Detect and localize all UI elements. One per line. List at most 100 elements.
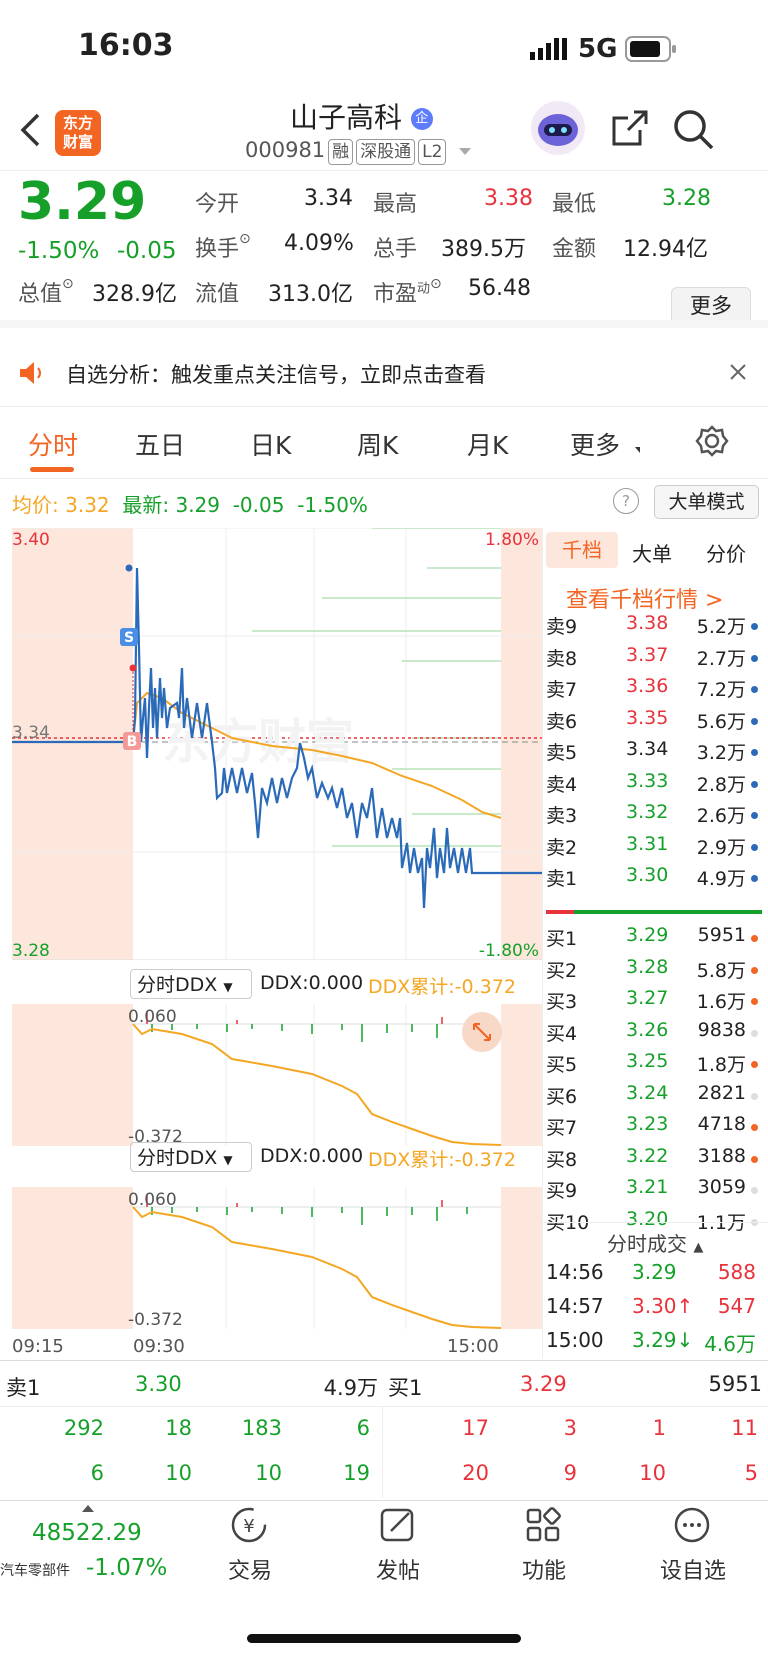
bid-price: 3.24 (626, 1081, 669, 1104)
ask-price: 3.33 (626, 769, 669, 792)
ask-row[interactable]: 卖3 3.32 2.6万 (546, 801, 762, 831)
ask-row[interactable]: 卖7 3.36 7.2万 (546, 675, 762, 705)
battery-icon (625, 36, 677, 66)
trade-price: 3.29↓ (632, 1328, 694, 1352)
y-mid-label: 3.34 (12, 723, 50, 743)
bid-vol: 5.8万 (696, 959, 746, 982)
bid-row[interactable]: 买9 3.21 3059 (546, 1176, 762, 1206)
bid-label: 买3 (546, 991, 578, 1013)
tag-margin: 融 (328, 139, 354, 165)
tag-l2: L2 (418, 139, 447, 165)
share-icon[interactable] (610, 108, 650, 152)
tab-intraday[interactable]: 分时 (28, 426, 78, 462)
up-arrow-icon (82, 1505, 94, 1512)
grid-icon (526, 1507, 561, 1542)
queue-order: 292 (63, 1416, 104, 1440)
ob-link[interactable]: 查看千档行情 > (566, 582, 723, 614)
index-name: 汽车零部件 (0, 1563, 70, 1579)
bid-label: 买7 (546, 1117, 578, 1139)
tab-five-day[interactable]: 五日 (135, 426, 185, 462)
ask-row[interactable]: 卖8 3.37 2.7万 (546, 644, 762, 674)
ask-row[interactable]: 卖2 3.31 2.9万 (546, 833, 762, 863)
bid-row[interactable]: 买1 3.29 5951 (546, 924, 762, 954)
volume-label: 总手 (373, 237, 418, 262)
help-icon[interactable]: ? (613, 488, 639, 514)
back-icon[interactable] (18, 112, 42, 152)
big-order-mode-button[interactable]: 大单模式 (654, 485, 759, 519)
bid-vol: 9838 (697, 1018, 746, 1041)
nav-watchlist[interactable]: 设自选 (643, 1505, 743, 1585)
change-value: -0.05 (117, 238, 177, 264)
queue-order: 10 (255, 1461, 282, 1485)
bid-label: 买10 (546, 1211, 590, 1234)
bid-vol: 1.8万 (696, 1054, 746, 1076)
settings-gear-icon[interactable] (695, 424, 729, 462)
queue-order: 1 (652, 1416, 666, 1440)
chart-info-line: 均价: 3.32 最新: 3.29 -0.05 -1.50% (12, 493, 368, 517)
bid-row[interactable]: 买6 3.24 2821 (546, 1082, 762, 1112)
ask-price: 3.32 (626, 801, 669, 823)
queue-order: 20 (462, 1461, 489, 1485)
bid-label: 买2 (546, 959, 578, 982)
intraday-chart[interactable]: 东方财富 S B 3.40 3.34 3.28 1.80% -1.80% (12, 528, 542, 960)
status-time: 16:03 (78, 28, 174, 63)
bid-price: 3.23 (626, 1113, 669, 1135)
ddx-selector[interactable]: 分时DDX ▼ (130, 969, 252, 999)
bid-row[interactable]: 买5 3.25 1.8万 (546, 1050, 762, 1080)
index-pct: -1.07% (86, 1555, 168, 1581)
ask-label: 卖5 (546, 742, 578, 764)
trade-row: 15:00 3.29↓ 4.6万 (546, 1328, 762, 1360)
ask-vol: 3.2万 (696, 742, 746, 764)
nav-post[interactable]: 发帖 (348, 1505, 448, 1585)
bid-row[interactable]: 买7 3.23 4718 (546, 1113, 762, 1143)
tab-weekly[interactable]: 周K (357, 426, 398, 462)
ddx-selector-2[interactable]: 分时DDX ▼ (130, 1142, 252, 1172)
robot-assistant-icon[interactable] (530, 100, 586, 160)
ask-row[interactable]: 卖9 3.38 5.2万 (546, 612, 762, 642)
tab-more[interactable]: 更多 (570, 426, 620, 462)
y-top-label: 3.40 (12, 530, 50, 550)
search-icon[interactable] (672, 108, 714, 154)
ask-label: 卖2 (546, 836, 578, 859)
nav-trade[interactable]: ¥ 交易 (200, 1505, 300, 1585)
time-label-close: 15:00 (447, 1336, 499, 1357)
bid-price: 3.21 (626, 1176, 669, 1198)
ob-tab-thousand[interactable]: 千档 (546, 532, 618, 568)
queue-order: 9 (563, 1461, 577, 1485)
bid-vol: 4718 (697, 1113, 746, 1135)
trades-title[interactable]: 分时成交 ▲ (607, 1228, 703, 1257)
bid-row[interactable]: 买3 3.27 1.6万 (546, 987, 762, 1017)
current-price: 3.29 (18, 172, 147, 232)
queue-order: 10 (165, 1461, 192, 1485)
tab-daily[interactable]: 日K (250, 426, 291, 462)
bid-row[interactable]: 买4 3.26 9838 (546, 1019, 762, 1049)
queue-order: 6 (356, 1416, 370, 1440)
ob-tab-price[interactable]: 分价 (706, 538, 746, 567)
index-value[interactable]: 48522.29 (32, 1520, 142, 1546)
bid-row[interactable]: 买2 3.28 5.8万 (546, 956, 762, 986)
queue-order: 18 (165, 1416, 192, 1440)
stock-code-row[interactable]: 000981 融深股通 L2 (245, 138, 472, 165)
close-icon[interactable] (728, 362, 748, 386)
tab-monthly[interactable]: 月K (467, 426, 508, 462)
ask-row[interactable]: 卖6 3.35 5.6万 (546, 707, 762, 737)
nav-function[interactable]: 功能 (494, 1505, 594, 1585)
ask-price: 3.30 (626, 864, 669, 886)
ask-row[interactable]: 卖5 3.34 3.2万 (546, 738, 762, 768)
high-label: 最高 (373, 192, 418, 217)
ask-price: 3.31 (626, 832, 669, 855)
bid-row[interactable]: 买8 3.22 3188 (546, 1145, 762, 1175)
pct-bot-label: -1.80% (479, 941, 539, 960)
queue-order: 10 (639, 1461, 666, 1485)
turnover-value: 4.09% (284, 231, 354, 256)
ob-tab-big[interactable]: 大单 (632, 538, 672, 567)
trade-price: 3.29 (632, 1260, 677, 1284)
bid-price: 3.25 (626, 1050, 669, 1072)
ask-row[interactable]: 卖4 3.33 2.8万 (546, 770, 762, 800)
ask-row[interactable]: 卖1 3.30 4.9万 (546, 864, 762, 894)
volume-value: 389.5万 (441, 237, 526, 262)
info-icon: ⊙ (239, 231, 251, 247)
stock-name[interactable]: 山子高科 企 (290, 96, 433, 136)
queue-sell-price: 3.30 (135, 1372, 182, 1396)
banner-text[interactable]: 自选分析：触发重点关注信号，立即点击查看 (66, 359, 486, 389)
